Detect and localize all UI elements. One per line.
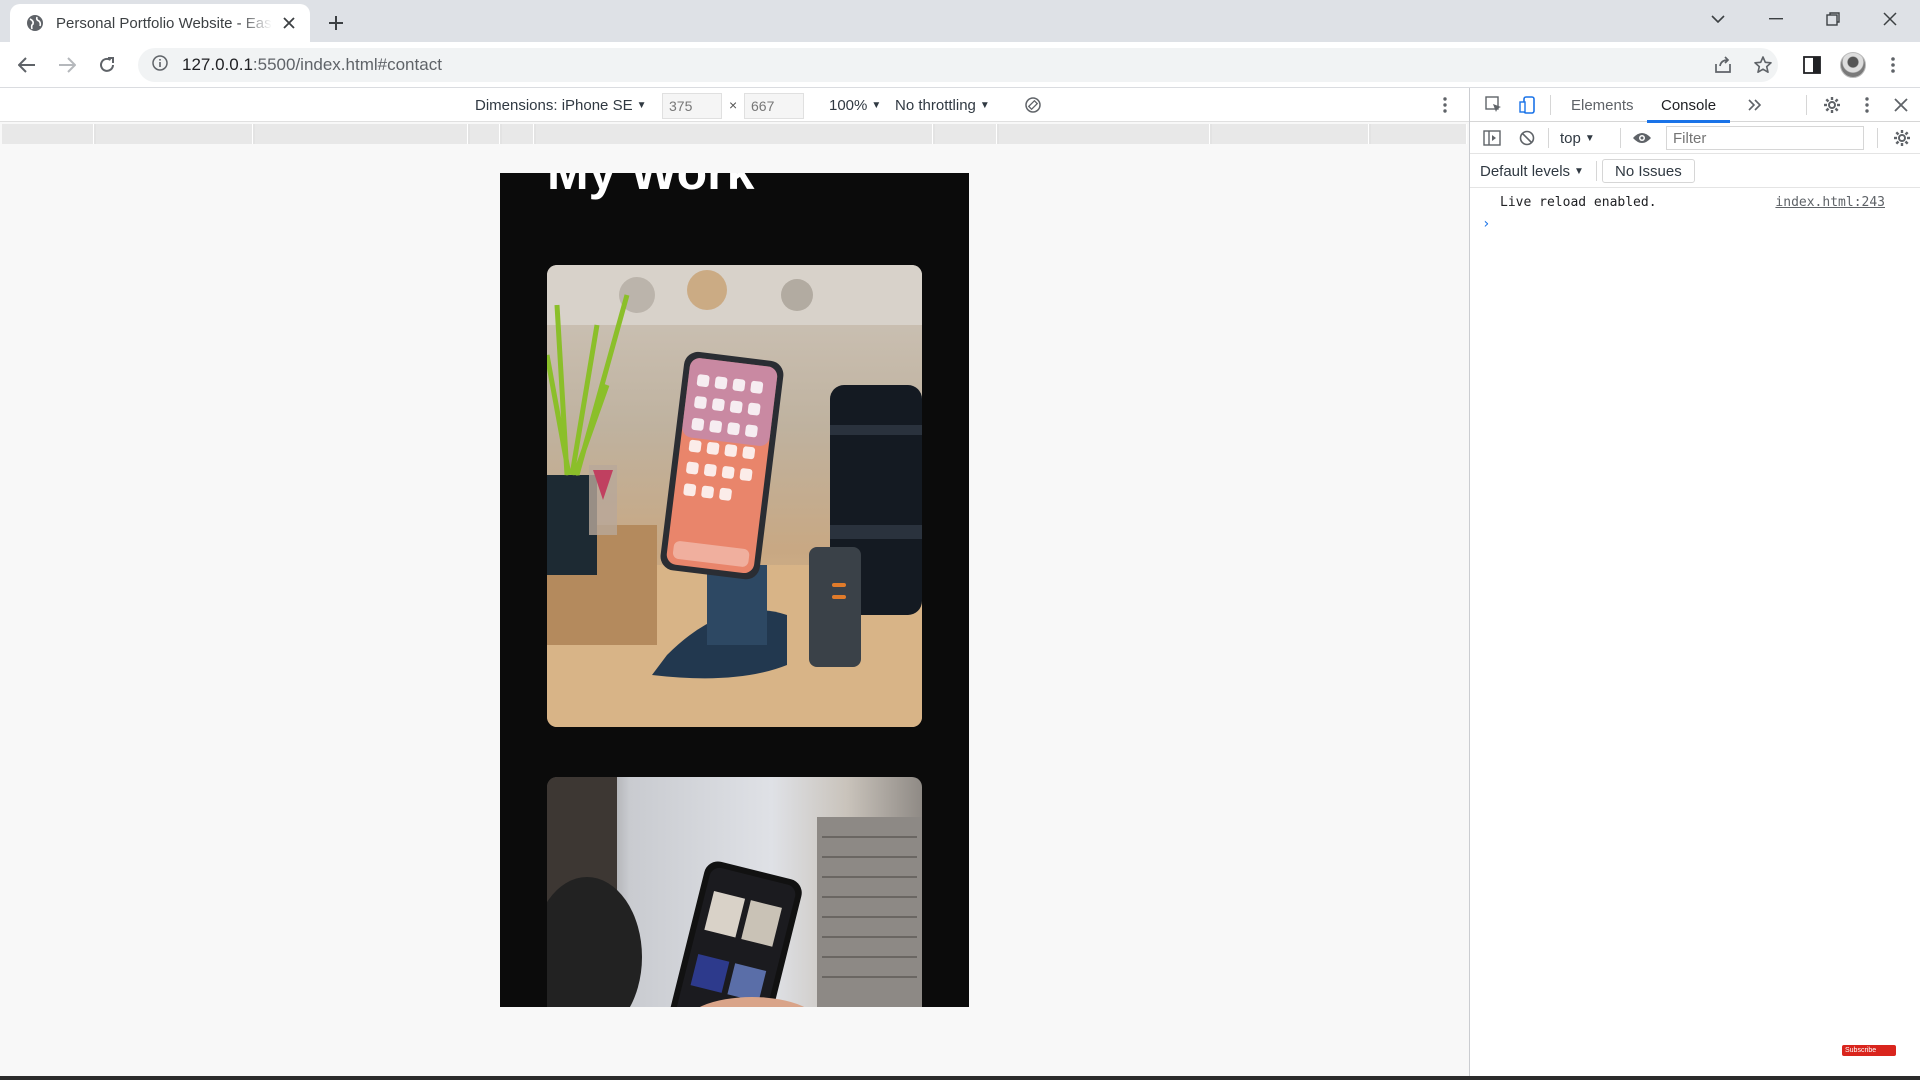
divider	[1550, 95, 1551, 115]
ruler-segment[interactable]	[536, 124, 933, 144]
reload-icon[interactable]	[92, 50, 122, 80]
caret-down-icon: ▼	[1574, 165, 1584, 177]
console-prompt[interactable]: ›	[1482, 216, 1490, 232]
device-toggle-icon[interactable]	[1516, 93, 1540, 117]
width-input[interactable]: 375	[662, 93, 722, 119]
caret-down-icon: ▼	[636, 99, 647, 111]
emulated-page[interactable]: My Work	[500, 173, 969, 1007]
filter-input[interactable]: Filter	[1666, 126, 1864, 150]
ruler-segment[interactable]	[2, 124, 94, 144]
new-tab-button[interactable]	[322, 9, 350, 37]
close-window-icon[interactable]	[1862, 0, 1918, 38]
forward-icon[interactable]	[52, 50, 82, 80]
settings-gear-icon[interactable]	[1820, 93, 1844, 117]
height-input[interactable]: 667	[744, 93, 804, 119]
avatar	[1840, 52, 1866, 78]
console-levels-bar: Default levels ▼ No Issues	[1470, 154, 1920, 188]
divider	[1877, 128, 1878, 148]
caret-down-icon: ▼	[1584, 132, 1595, 144]
ruler-segment[interactable]	[502, 124, 535, 144]
ruler-segment[interactable]	[998, 124, 1210, 144]
taskbar-edge	[0, 1076, 1920, 1080]
throttling-label: No throttling	[895, 96, 976, 114]
caret-down-icon: ▼	[979, 99, 990, 111]
console-message: Live reload enabled.	[1500, 195, 1657, 210]
url-text: 127.0.0.1:5500/index.html#contact	[182, 55, 442, 75]
ruler-segment[interactable]	[1211, 124, 1370, 144]
restore-icon[interactable]	[1805, 0, 1861, 38]
media-query-ruler[interactable]	[2, 124, 1467, 144]
tab-console[interactable]: Console	[1646, 88, 1731, 123]
project-image-phone-stand[interactable]	[547, 265, 922, 727]
subscribe-badge: Subscribe	[1842, 1045, 1896, 1056]
profile-avatar[interactable]	[1838, 50, 1868, 80]
side-panel-icon[interactable]	[1797, 50, 1827, 80]
close-tab-icon[interactable]	[278, 12, 300, 34]
browser-toolbar: 127.0.0.1:5500/index.html#contact	[0, 42, 1920, 88]
tab-elements[interactable]: Elements	[1571, 88, 1634, 122]
ruler-segment[interactable]	[95, 124, 254, 144]
ruler-segment[interactable]	[934, 124, 997, 144]
sidebar-toggle-icon[interactable]	[1480, 126, 1504, 150]
dimensions-label: Dimensions: iPhone SE	[475, 96, 633, 114]
dimensions-select[interactable]: Dimensions: iPhone SE ▼	[475, 88, 647, 122]
context-label: top	[1560, 129, 1581, 147]
devtools-tabbar: Elements Console	[1470, 88, 1920, 123]
tab-strip: Personal Portfolio Website - Easy	[0, 0, 1920, 42]
levels-label: Default levels	[1480, 162, 1571, 180]
globe-icon	[26, 14, 44, 32]
ruler-segment[interactable]	[255, 124, 469, 144]
url-host: 127.0.0.1	[182, 55, 253, 74]
minimize-icon[interactable]	[1748, 0, 1804, 38]
console-settings-gear-icon[interactable]	[1890, 126, 1914, 150]
divider	[1620, 128, 1621, 148]
levels-select[interactable]: Default levels ▼	[1480, 159, 1590, 183]
more-tabs-icon[interactable]	[1743, 93, 1767, 117]
back-icon[interactable]	[12, 50, 42, 80]
close-devtools-icon[interactable]	[1889, 93, 1913, 117]
device-toolbar: Dimensions: iPhone SE ▼ 375 × 667 100% ▼ N…	[0, 88, 1469, 122]
divider	[1806, 95, 1807, 115]
console-source-link[interactable]: index.html:243	[1775, 195, 1885, 210]
site-info-icon[interactable]	[152, 54, 168, 76]
live-expression-eye-icon[interactable]	[1630, 126, 1654, 150]
zoom-select[interactable]: 100% ▼	[829, 88, 881, 122]
times-sign: ×	[729, 97, 738, 113]
clear-console-icon[interactable]	[1515, 126, 1539, 150]
devtools-panel: Elements Console top ▼ Filter Default le…	[1469, 88, 1920, 1080]
caret-down-icon: ▼	[871, 99, 882, 111]
issues-button[interactable]: No Issues	[1602, 159, 1695, 183]
device-viewport: Dimensions: iPhone SE ▼ 375 × 667 100% ▼ N…	[0, 88, 1469, 1080]
console-message-row: Live reload enabled. index.html:243	[1470, 190, 1920, 214]
tab-search-icon[interactable]	[1690, 0, 1746, 38]
context-select[interactable]: top ▼	[1560, 126, 1610, 150]
tab-title: Personal Portfolio Website - Easy	[56, 14, 272, 32]
address-bar[interactable]: 127.0.0.1:5500/index.html#contact	[138, 48, 1778, 82]
rotate-icon[interactable]	[1024, 88, 1042, 122]
divider	[1596, 161, 1597, 181]
project-image-phone-in-hand[interactable]	[547, 777, 922, 1007]
devtools-menu-icon[interactable]	[1855, 93, 1879, 117]
divider	[1548, 128, 1549, 148]
ruler-segment[interactable]	[470, 124, 501, 144]
bookmark-star-icon[interactable]	[1748, 50, 1778, 80]
section-heading: My Work	[547, 173, 754, 201]
zoom-label: 100%	[829, 96, 868, 114]
share-icon[interactable]	[1708, 50, 1738, 80]
browser-tab[interactable]: Personal Portfolio Website - Easy	[10, 4, 310, 42]
inspect-element-icon[interactable]	[1482, 93, 1506, 117]
browser-menu-icon[interactable]	[1878, 50, 1908, 80]
device-options-icon[interactable]	[1443, 88, 1447, 122]
ruler-segment[interactable]	[1371, 124, 1467, 144]
console-toolbar: top ▼ Filter	[1470, 122, 1920, 154]
url-path: :5500/index.html#contact	[252, 55, 442, 74]
throttling-select[interactable]: No throttling ▼	[895, 88, 990, 122]
